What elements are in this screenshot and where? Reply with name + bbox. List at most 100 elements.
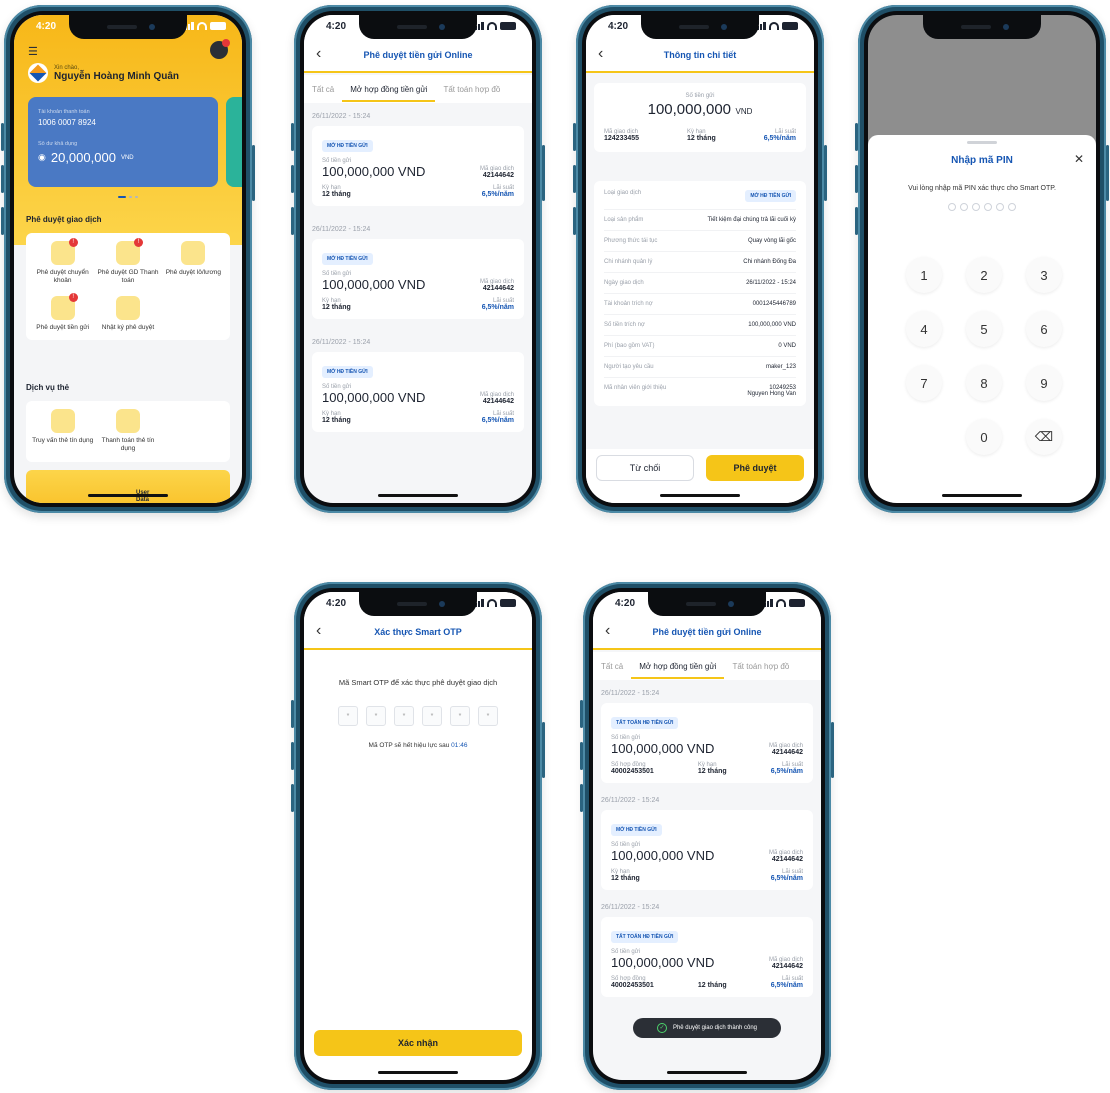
avatar[interactable] (28, 63, 48, 83)
credit-inquiry-button[interactable]: Truy vấn thẻ tín dụng (30, 409, 95, 454)
key-0[interactable]: 0 (966, 419, 1002, 455)
nav-bar: ‹ Phê duyệt tiền gửi Online (593, 616, 821, 650)
deposit-icon: ! (50, 292, 78, 320)
list-item[interactable]: 26/11/2022 - 15:24 MỞ HĐ TIỀN GỬI Số tiề… (304, 105, 532, 206)
pin-dots (868, 203, 1096, 211)
tab-settle-deposit[interactable]: Tất toán hợp đồ (435, 85, 508, 94)
approve-payroll-button[interactable]: Phê duyệt lô/lương (161, 241, 226, 286)
summary-card: Số tiền gửi 100,000,000 VND Mã giao dịch… (594, 83, 806, 152)
approve-button[interactable]: Phê duyệt (706, 455, 804, 481)
account-card[interactable]: Tài khoản thanh toán 1006 0007 8924 Số d… (28, 97, 218, 187)
list-item[interactable]: 26/11/2022 - 15:24 MỞ HĐ TIỀN GỬI Số tiề… (304, 331, 532, 432)
key-1[interactable]: 1 (906, 257, 942, 293)
phone-result: 4:20 ‹ Phê duyệt tiền gửi Online Tất cả M… (580, 582, 834, 1090)
detail-row: Chi nhánh quản lý Chi nhánh Đống Đa (604, 252, 796, 273)
carousel-dots (14, 196, 242, 198)
account-label: Tài khoản thanh toán (38, 109, 90, 115)
list-item[interactable]: 26/11/2022 - 15:24 TẤT TOÁN HĐ TIỀN GỬI … (593, 896, 821, 997)
section-card-title: Dịch vụ thẻ (26, 383, 70, 392)
key-2[interactable]: 2 (966, 257, 1002, 293)
status-time: 4:20 (326, 21, 347, 32)
tab-open-deposit[interactable]: Mở hợp đồng tiền gửi (342, 77, 436, 102)
user-name: Nguyễn Hoàng Minh Quân (54, 70, 179, 82)
otp-boxes: * * * * * * (304, 706, 532, 726)
key-8[interactable]: 8 (966, 365, 1002, 401)
detail-row: Số tiền trích nợ 100,000,000 VND (604, 315, 796, 336)
phone-detail: 4:20 ‹ Thông tin chi tiết Số tiền gửi 100… (573, 5, 827, 513)
tab-open-deposit[interactable]: Mở hợp đồng tiền gửi (631, 654, 725, 679)
nav-bar: ‹ Thông tin chi tiết (586, 39, 814, 73)
status-time: 4:20 (36, 21, 57, 32)
tab-all[interactable]: Tất cả (304, 85, 342, 94)
log-icon (115, 295, 140, 320)
notification-bell-icon[interactable] (210, 39, 230, 59)
next-account-card[interactable] (226, 97, 242, 187)
deposit-list: 26/11/2022 - 15:24 MỞ HĐ TIỀN GỬI Số tiề… (304, 105, 532, 432)
approve-payment-button[interactable]: ! Phê duyệt GD Thanh toán (95, 238, 160, 286)
transfer-icon: ! (50, 238, 78, 265)
confirm-button[interactable]: Xác nhận (314, 1030, 522, 1056)
status-time: 4:20 (326, 598, 347, 609)
section-approve-title: Phê duyệt giao dịch (26, 215, 102, 224)
page-title: Phê duyệt tiền gửi Online (363, 50, 473, 60)
account-number: 1006 0007 8924 (38, 118, 96, 127)
back-arrow-icon[interactable]: ‹ (316, 622, 321, 640)
detail-table: Loại giao dịch MỞ HĐ TIỀN GỬI Loại sản ph… (594, 181, 806, 406)
tab-bar: Tất cả Mở hợp đồng tiền gửi Tất toán hợp… (304, 75, 532, 103)
sheet-handle[interactable] (967, 141, 997, 144)
key-7[interactable]: 7 (906, 365, 942, 401)
pin-instruction: Vui lòng nhập mã PIN xác thực cho Smart … (908, 185, 1056, 192)
deposit-list: 26/11/2022 - 15:24 TẤT TOÁN HĐ TIỀN GỬI … (593, 682, 821, 997)
page-title: Phê duyệt tiền gửi Online (652, 627, 762, 637)
backspace-icon[interactable]: ⌫ (1026, 419, 1062, 455)
reject-button[interactable]: Từ chối (596, 455, 694, 481)
detail-row: Người tạo yêu cầu maker_123 (604, 357, 796, 378)
detail-amount: 100,000,000 (647, 101, 732, 118)
list-item[interactable]: 26/11/2022 - 15:24 MỞ HĐ TIỀN GỬI Số tiề… (304, 218, 532, 319)
list-item[interactable]: 26/11/2022 - 15:24 TẤT TOÁN HĐ TIỀN GỬI … (593, 682, 821, 783)
otp-instruction: Mã Smart OTP để xác thực phê duyệt giao … (338, 678, 498, 687)
back-arrow-icon[interactable]: ‹ (598, 45, 603, 63)
balance-value: 20,000,000 (50, 150, 116, 165)
approve-deposit-button[interactable]: ! Phê duyệt tiền gửi (30, 292, 95, 332)
payment-icon: ! (115, 238, 143, 265)
detail-row: Loại sản phẩm Tiết kiệm đại chúng trả lãi… (604, 210, 796, 231)
status-time: 4:20 (608, 21, 629, 32)
tab-all[interactable]: Tất cả (593, 662, 631, 671)
status-badge: TẤT TOÁN HĐ TIỀN GỬI (611, 717, 679, 729)
promo-banner[interactable]: User Data (26, 470, 230, 503)
menu-icon[interactable]: ☰ (28, 45, 38, 58)
page-title: Xác thực Smart OTP (374, 627, 462, 637)
status-time: 4:20 (615, 598, 636, 609)
key-6[interactable]: 6 (1026, 311, 1062, 347)
back-arrow-icon[interactable]: ‹ (316, 45, 321, 63)
key-9[interactable]: 9 (1026, 365, 1062, 401)
otp-digit: * (422, 706, 442, 726)
keypad: 1 2 3 4 5 6 7 8 9 0 ⌫ (906, 257, 1062, 455)
key-4[interactable]: 4 (906, 311, 942, 347)
page-title: Thông tin chi tiết (663, 50, 737, 60)
nav-bar: ‹ Phê duyệt tiền gửi Online (304, 39, 532, 73)
tab-settle-deposit[interactable]: Tất toán hợp đồ (724, 662, 797, 671)
status-badge: MỞ HĐ TIỀN GỬI (745, 190, 796, 202)
list-item[interactable]: 26/11/2022 - 15:24 MỞ HĐ TIỀN GỬI Số tiề… (593, 789, 821, 890)
approve-transfer-button[interactable]: ! Phê duyệt chuyển khoản (30, 238, 95, 286)
approve-log-button[interactable]: Nhật ký phê duyệt (95, 295, 160, 332)
phone-home: 4:20 ☰ Xin chào, Nguyễn Hoàng Minh Quân … (1, 5, 255, 513)
status-badge: TẤT TOÁN HĐ TIỀN GỬI (611, 931, 679, 943)
key-empty (906, 419, 942, 455)
detail-row: Phương thức tái tục Quay vòng lãi gốc (604, 231, 796, 252)
payroll-icon (181, 241, 206, 265)
pin-title: Nhập mã PIN (951, 155, 1013, 166)
phone-pin: Nhập mã PIN ✕ Vui lòng nhập mã PIN xác t… (855, 5, 1109, 513)
balance-label: Số dư khả dụng (38, 141, 78, 147)
status-badge: MỞ HĐ TIỀN GỬI (611, 824, 662, 836)
back-arrow-icon[interactable]: ‹ (605, 622, 610, 640)
key-3[interactable]: 3 (1026, 257, 1062, 293)
nav-bar: ‹ Xác thực Smart OTP (304, 616, 532, 650)
otp-digit: * (338, 706, 358, 726)
eye-icon[interactable]: ◉ (38, 152, 46, 163)
credit-payment-button[interactable]: Thanh toán thẻ tín dụng (95, 409, 160, 454)
key-5[interactable]: 5 (966, 311, 1002, 347)
close-icon[interactable]: ✕ (1074, 152, 1084, 166)
